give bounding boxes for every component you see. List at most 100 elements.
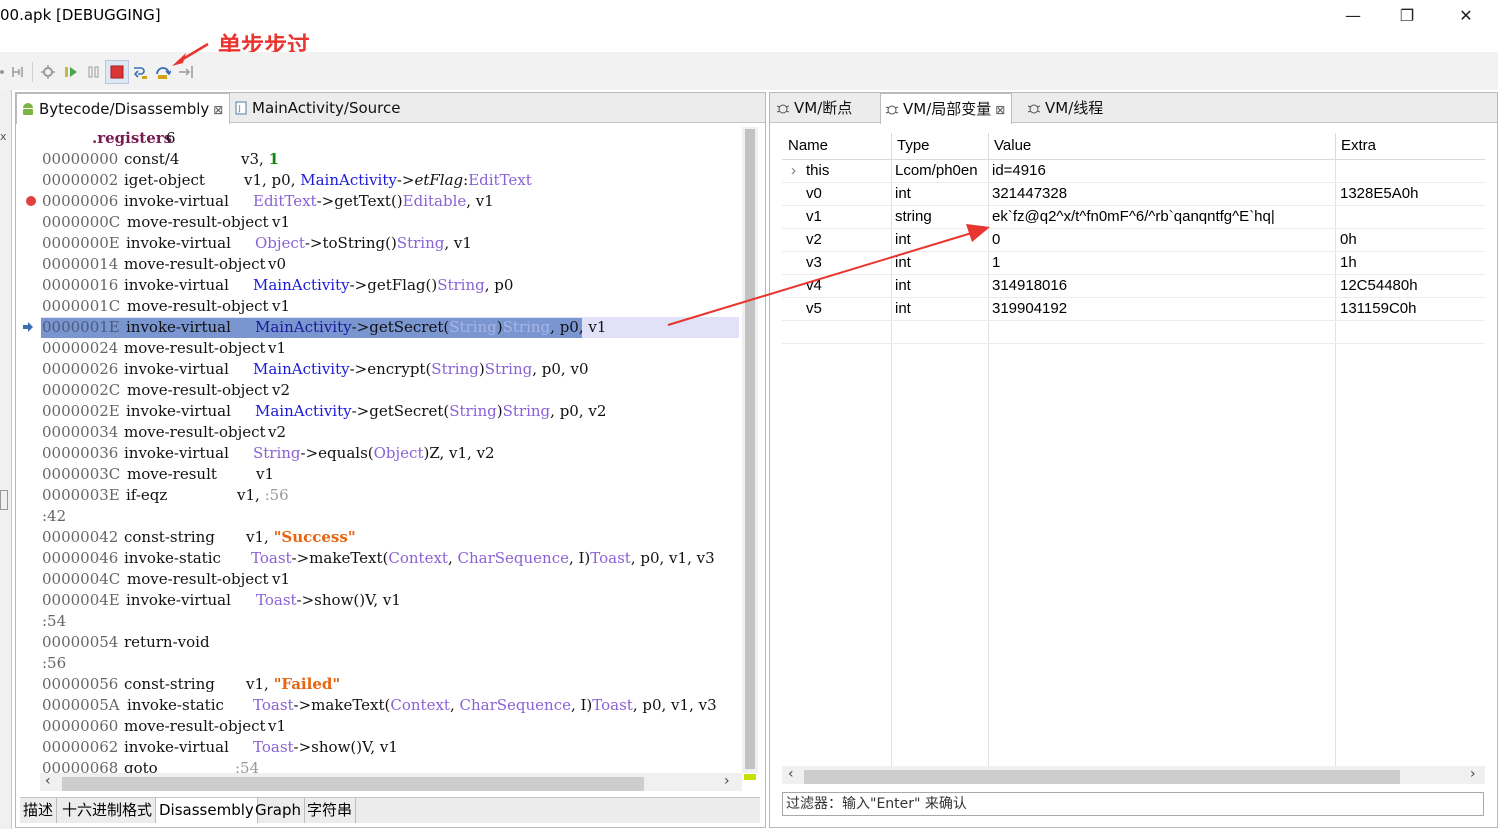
code-opcode: const/4: [124, 150, 180, 168]
code-address: 0000002E: [42, 402, 120, 420]
resume-icon[interactable]: [63, 64, 79, 80]
attach-icon[interactable]: [10, 64, 26, 80]
scroll-right-icon[interactable]: ›: [1470, 766, 1476, 782]
var-extra: 1h: [1340, 254, 1357, 271]
tab-vm-breakpoints[interactable]: VM/断点: [772, 93, 858, 123]
code-opcode: invoke-virtual: [124, 444, 229, 462]
code-opcode: move-result-object: [124, 717, 266, 735]
code-opcode: iget-object: [124, 171, 205, 189]
column-header-name[interactable]: Name: [782, 133, 892, 159]
scroll-left-icon[interactable]: ‹: [788, 766, 794, 782]
step-into-icon[interactable]: [132, 64, 148, 80]
directive-value: 6: [166, 129, 176, 147]
tab-graph[interactable]: Graph: [252, 798, 306, 823]
code-address: 00000036: [42, 444, 119, 462]
scroll-left-icon[interactable]: ‹: [45, 773, 51, 789]
view-mode-tabs: 描述 十六进制格式 Disassembly Graph 字符串: [20, 797, 760, 823]
table-row[interactable]: v2 int 0 0h: [782, 228, 1485, 251]
table-row[interactable]: v3 int 1 1h: [782, 251, 1485, 274]
scrollbar-thumb[interactable]: [745, 129, 755, 769]
tab-close-icon[interactable]: ⊠: [213, 103, 223, 117]
code-opcode: move-result: [127, 465, 217, 483]
code-opcode: invoke-virtual: [126, 591, 231, 609]
tab-close-icon[interactable]: ⊠: [995, 103, 1005, 117]
code-args: v0: [268, 255, 287, 273]
disassembly-vertical-scrollbar[interactable]: [742, 127, 758, 773]
code-args: v2: [268, 423, 287, 441]
var-value: 321447328: [992, 185, 1068, 202]
code-address: 00000056: [42, 675, 119, 693]
bug-icon: [1027, 104, 1041, 114]
code-address: 0000000E: [42, 234, 120, 252]
var-value: 1: [992, 254, 1001, 271]
code-opcode: move-result-object: [127, 570, 269, 588]
code-address: 0000004C: [42, 570, 121, 588]
svg-text:J: J: [238, 104, 241, 113]
terminate-button[interactable]: [105, 60, 129, 84]
locals-horizontal-scrollbar[interactable]: ‹ ›: [782, 766, 1485, 784]
code-address: 0000001E: [42, 318, 120, 336]
table-row[interactable]: v1 string ek`fz@q2^x/t^fn0mF^6/^rb`qanqn…: [782, 205, 1485, 228]
var-value[interactable]: ek`fz@q2^x/t^fn0mF^6/^rb`qanqntfg^E`hq|: [988, 205, 1335, 228]
code-args: v1, :56: [237, 486, 289, 504]
scrollbar-thumb[interactable]: [804, 770, 1400, 784]
table-row[interactable]: v5 int 319904192 131159C0h: [782, 297, 1485, 320]
toolbar-separator: [32, 62, 33, 82]
tab-strings[interactable]: 字符串: [304, 798, 357, 823]
code-args: MainActivity->getSecret(String)String, p…: [255, 318, 607, 336]
var-extra: 0h: [1340, 231, 1357, 248]
column-header-value[interactable]: Value: [988, 133, 1336, 159]
code-address: 00000026: [42, 360, 119, 378]
code-address: 0000001C: [42, 297, 121, 315]
column-header-type[interactable]: Type: [891, 133, 989, 159]
close-button[interactable]: ✕: [1443, 2, 1489, 30]
tab-mainactivity-source[interactable]: J MainActivity/Source: [230, 93, 406, 123]
tab-disassembly[interactable]: Disassembly: [156, 798, 258, 823]
table-row[interactable]: › this Lcom/ph0en id=4916: [782, 159, 1485, 182]
code-address: 0000000C: [42, 213, 121, 231]
code-address: 00000006: [42, 192, 119, 210]
var-extra: [1336, 205, 1340, 228]
scrollbar-thumb[interactable]: [62, 777, 644, 791]
code-args: v1, "Success": [246, 528, 356, 546]
code-args: Toast->makeText(Context, CharSequence, I…: [253, 696, 717, 714]
tab-vm-locals[interactable]: VM/局部变量 ⊠: [880, 93, 1013, 124]
var-name: v4: [806, 277, 822, 294]
expander-icon[interactable]: ›: [787, 159, 796, 182]
java-file-icon: J: [235, 101, 247, 115]
step-return-icon[interactable]: [178, 64, 194, 80]
tab-bytecode-disassembly[interactable]: Bytecode/Disassembly ⊠: [16, 93, 231, 124]
tab-description[interactable]: 描述: [20, 798, 58, 823]
code-address: 0000003C: [42, 465, 121, 483]
code-opcode: move-result-object: [124, 339, 266, 357]
settings-icon[interactable]: [40, 64, 56, 80]
tab-label: VM/线程: [1045, 99, 1104, 117]
maximize-button[interactable]: ❐: [1384, 2, 1430, 30]
disassembly-code[interactable]: .registers 6 00000000 const/4 v3, 1 0000…: [0, 127, 740, 773]
code-address: 00000068: [42, 759, 119, 773]
table-row[interactable]: v0 int 321447328 1328E5A0h: [782, 182, 1485, 205]
var-value: id=4916: [992, 162, 1046, 179]
table-row[interactable]: v4 int 314918016 12C54480h: [782, 274, 1485, 297]
code-address: 0000003E: [42, 486, 120, 504]
column-header-extra[interactable]: Extra: [1335, 133, 1485, 159]
code-address: 00000060: [42, 717, 119, 735]
scroll-right-icon[interactable]: ›: [724, 773, 730, 789]
minimize-button[interactable]: —: [1330, 2, 1376, 30]
tab-vm-threads[interactable]: VM/线程: [1023, 93, 1109, 123]
code-opcode: move-result-object: [127, 381, 269, 399]
code-address: 00000054: [42, 633, 119, 651]
code-opcode: if-eqz: [126, 486, 168, 504]
code-opcode: invoke-static: [124, 549, 221, 567]
code-args: v1: [268, 339, 287, 357]
step-over-icon[interactable]: [155, 64, 171, 80]
code-args: v1, p0, MainActivity->etFlag:EditText: [244, 171, 532, 189]
tab-hex[interactable]: 十六进制格式: [59, 798, 157, 823]
tab-label: VM/局部变量: [903, 100, 992, 118]
filter-input[interactable]: 过滤器：输入"Enter" 来确认: [782, 792, 1484, 816]
tab-label: VM/断点: [794, 99, 853, 117]
disassembly-horizontal-scrollbar[interactable]: ‹ ›: [40, 773, 742, 791]
code-args: v1: [272, 570, 291, 588]
code-opcode: invoke-virtual: [126, 318, 231, 336]
pause-icon[interactable]: [86, 64, 102, 80]
